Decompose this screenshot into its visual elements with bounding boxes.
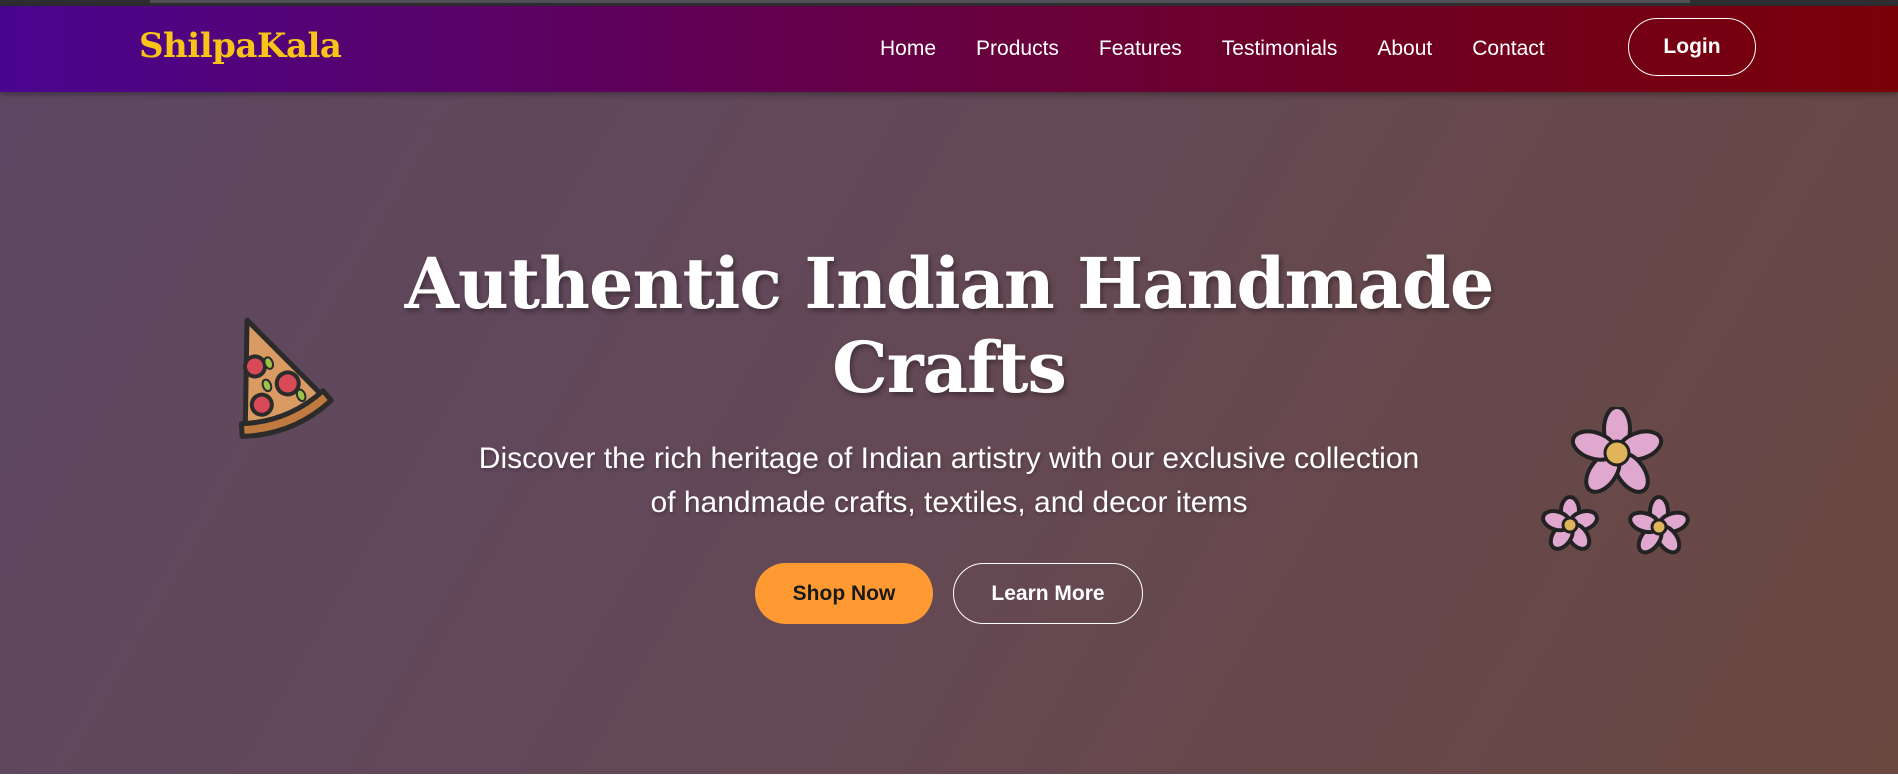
nav-links: Home Products Features Testimonials Abou… xyxy=(880,6,1585,92)
shop-now-button[interactable]: Shop Now xyxy=(755,563,933,624)
small-flower-right xyxy=(1628,495,1690,555)
hero-title-line-1: Authentic Indian Handmade xyxy=(404,242,1495,325)
navbar: ShilpaKala Home Products Features Testim… xyxy=(0,6,1898,92)
flower-icon xyxy=(1541,407,1690,555)
nav-link-home[interactable]: Home xyxy=(880,37,936,61)
nav-link-contact[interactable]: Contact xyxy=(1472,37,1544,61)
next-section-edge xyxy=(0,774,1898,781)
hero-subtitle-line-1: Discover the rich heritage of Indian art… xyxy=(478,442,1420,475)
brand-logo[interactable]: ShilpaKala xyxy=(139,26,342,66)
nav-link-about[interactable]: About xyxy=(1377,37,1432,61)
hero-subtitle-line-2: of handmade crafts, textiles, and decor … xyxy=(650,486,1248,519)
small-flower-left xyxy=(1541,495,1599,551)
nav-link-testimonials[interactable]: Testimonials xyxy=(1222,37,1338,61)
large-flower xyxy=(1570,407,1664,494)
login-button[interactable]: Login xyxy=(1628,18,1756,76)
nav-link-products[interactable]: Products xyxy=(976,37,1059,61)
hero-subtitle: Discover the rich heritage of Indian art… xyxy=(400,437,1498,525)
hero-title-line-2: Crafts xyxy=(832,326,1067,409)
window-top-strip-highlight xyxy=(150,0,1690,3)
hero-section: Authentic Indian Handmade Crafts Discove… xyxy=(0,92,1898,774)
nav-link-features[interactable]: Features xyxy=(1099,37,1182,61)
hero-title: Authentic Indian Handmade Crafts xyxy=(0,242,1898,410)
learn-more-button[interactable]: Learn More xyxy=(953,563,1143,624)
